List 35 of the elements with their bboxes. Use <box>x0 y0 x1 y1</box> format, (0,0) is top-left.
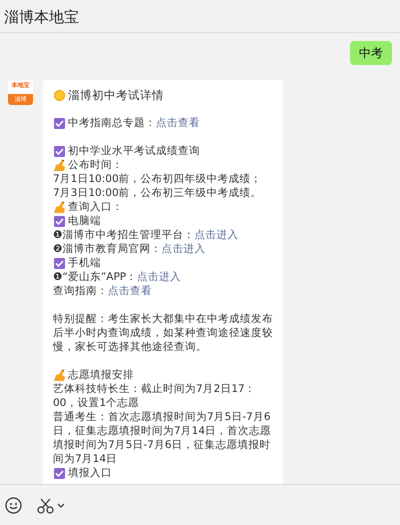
message-text: ❶“爱山东”APP： <box>53 271 138 283</box>
message-text: 查询指南： <box>53 285 108 297</box>
dot-icon <box>53 88 66 102</box>
message-text: 公布时间： <box>68 158 123 172</box>
message-text: 初中学业水平考试成绩查询 <box>68 144 200 158</box>
message-text: 特别提醒：考生家长大都集中在中考成绩发布后半小时内查询成绩，如某种查询途径速度较慢，家长可选择其他途径查询。 <box>53 313 273 353</box>
message-text: 中考指南总专题： <box>68 116 156 130</box>
link[interactable]: 点击进入 <box>137 271 182 283</box>
message-text: 手机端 <box>68 256 101 270</box>
message-bubble: 中考 <box>350 41 392 65</box>
message-text: 艺体科技特长生：截止时间为7月2日17：00，设置1个志愿 <box>53 383 256 409</box>
checkbox-icon <box>53 116 66 130</box>
writing-hand-icon <box>53 368 66 382</box>
message-text: 7月3日10:00前，公布初三年级中考成绩。 <box>53 187 262 199</box>
checkbox-icon <box>53 466 66 480</box>
message-text: 填报入口 <box>68 466 112 480</box>
checkbox-icon <box>53 214 66 228</box>
message-text: 普通考生：首次志愿填报时间为7月5日-7月6日，征集志愿填报时间为7月14日，首次志愿填报时间为7月5日-7月6日，征集志愿填报时间为7月14日 <box>53 411 272 465</box>
link[interactable]: 点击查看 <box>156 116 200 130</box>
message-text: ❷淄博市教育局官网： <box>53 243 162 255</box>
window-title: 淄博本地宝 <box>4 8 79 26</box>
checkbox-icon <box>53 144 66 158</box>
message-text: ❶淄博市中考招生管理平台： <box>53 229 194 241</box>
writing-hand-icon <box>53 158 66 172</box>
article-title: 淄博初中考试详情 <box>68 88 164 102</box>
link[interactable]: 点击查看 <box>108 285 152 297</box>
link[interactable]: 点击进入 <box>161 243 206 255</box>
message-text: 志愿填报安排 <box>68 368 134 382</box>
link[interactable]: 点击进入 <box>194 229 238 241</box>
writing-hand-icon <box>53 200 66 214</box>
message-text: 查询入口： <box>68 200 123 214</box>
message-text: 7月1日10:00前，公布初四年级中考成绩； <box>53 173 262 185</box>
checkbox-icon <box>53 256 66 270</box>
emoji-icon[interactable] <box>5 496 22 514</box>
message-text: 电脑端 <box>68 214 101 228</box>
